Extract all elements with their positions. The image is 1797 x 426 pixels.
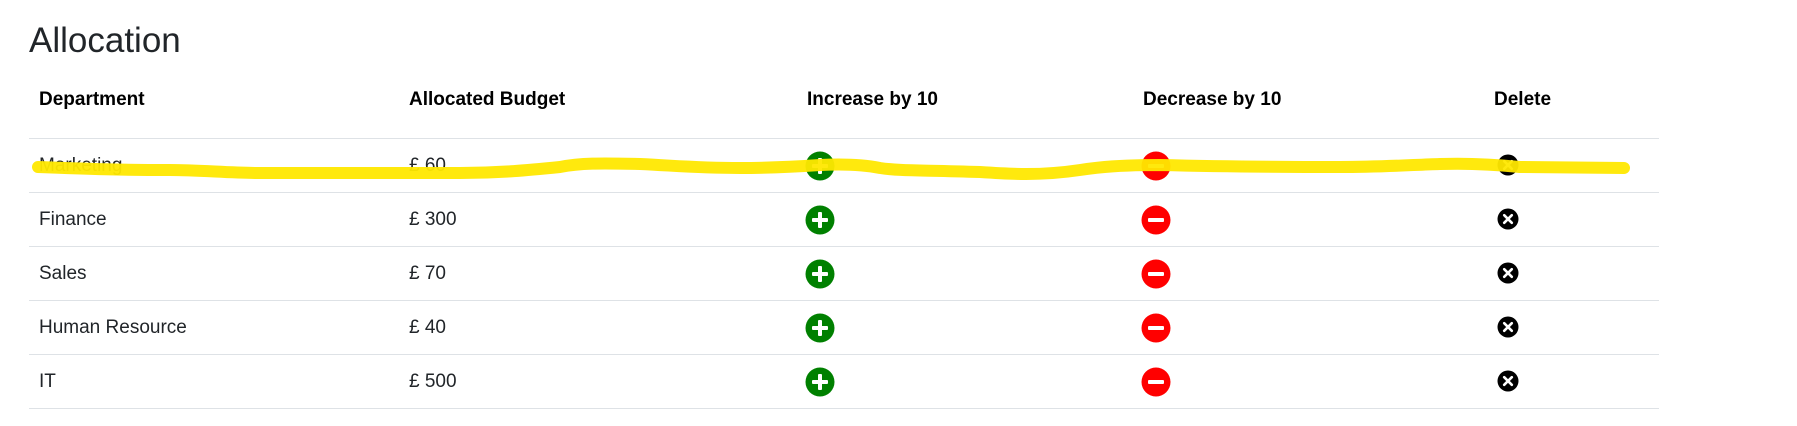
table-row: Marketing £ 60 [29,138,1659,193]
table-row: Sales £ 70 [29,246,1659,301]
budget-cell: £ 70 [399,246,797,301]
header-department: Department [29,89,399,139]
allocation-section: Allocation Department Allocated Budget I… [29,0,1659,409]
minus-circle-icon[interactable] [1141,259,1171,289]
minus-circle-icon[interactable] [1141,313,1171,343]
close-circle-icon[interactable] [1497,316,1519,338]
increase-cell [797,300,1133,355]
decrease-cell [1133,300,1484,355]
table-row: IT £ 500 [29,354,1659,409]
department-cell: Marketing [29,138,399,193]
page-title: Allocation [29,21,181,60]
delete-cell [1484,246,1659,301]
increase-cell [797,192,1133,247]
department-cell: Sales [29,246,399,301]
decrease-cell [1133,246,1484,301]
minus-circle-icon[interactable] [1141,205,1171,235]
close-circle-icon[interactable] [1497,370,1519,392]
minus-circle-icon[interactable] [1141,367,1171,397]
close-circle-icon[interactable] [1497,262,1519,284]
decrease-cell [1133,192,1484,247]
minus-circle-icon[interactable] [1141,151,1171,181]
plus-circle-icon[interactable] [805,367,835,397]
plus-circle-icon[interactable] [805,205,835,235]
budget-cell: £ 60 [399,138,797,193]
budget-cell: £ 300 [399,192,797,247]
increase-cell [797,354,1133,409]
close-circle-icon[interactable] [1497,154,1519,176]
increase-cell [797,246,1133,301]
decrease-cell [1133,354,1484,409]
plus-circle-icon[interactable] [805,151,835,181]
close-circle-icon[interactable] [1497,208,1519,230]
table-row: Human Resource £ 40 [29,300,1659,355]
header-decrease: Decrease by 10 [1133,89,1484,139]
delete-cell [1484,138,1659,193]
delete-cell [1484,192,1659,247]
budget-cell: £ 40 [399,300,797,355]
header-increase: Increase by 10 [797,89,1133,139]
allocation-table: Department Allocated Budget Increase by … [29,89,1659,409]
department-cell: Finance [29,192,399,247]
delete-cell [1484,300,1659,355]
header-delete: Delete [1484,89,1659,139]
header-allocated-budget: Allocated Budget [399,89,797,139]
decrease-cell [1133,138,1484,193]
budget-cell: £ 500 [399,354,797,409]
delete-cell [1484,354,1659,409]
department-cell: IT [29,354,399,409]
table-row: Finance £ 300 [29,192,1659,247]
table-header-row: Department Allocated Budget Increase by … [29,89,1659,139]
department-cell: Human Resource [29,300,399,355]
plus-circle-icon[interactable] [805,259,835,289]
plus-circle-icon[interactable] [805,313,835,343]
increase-cell [797,138,1133,193]
